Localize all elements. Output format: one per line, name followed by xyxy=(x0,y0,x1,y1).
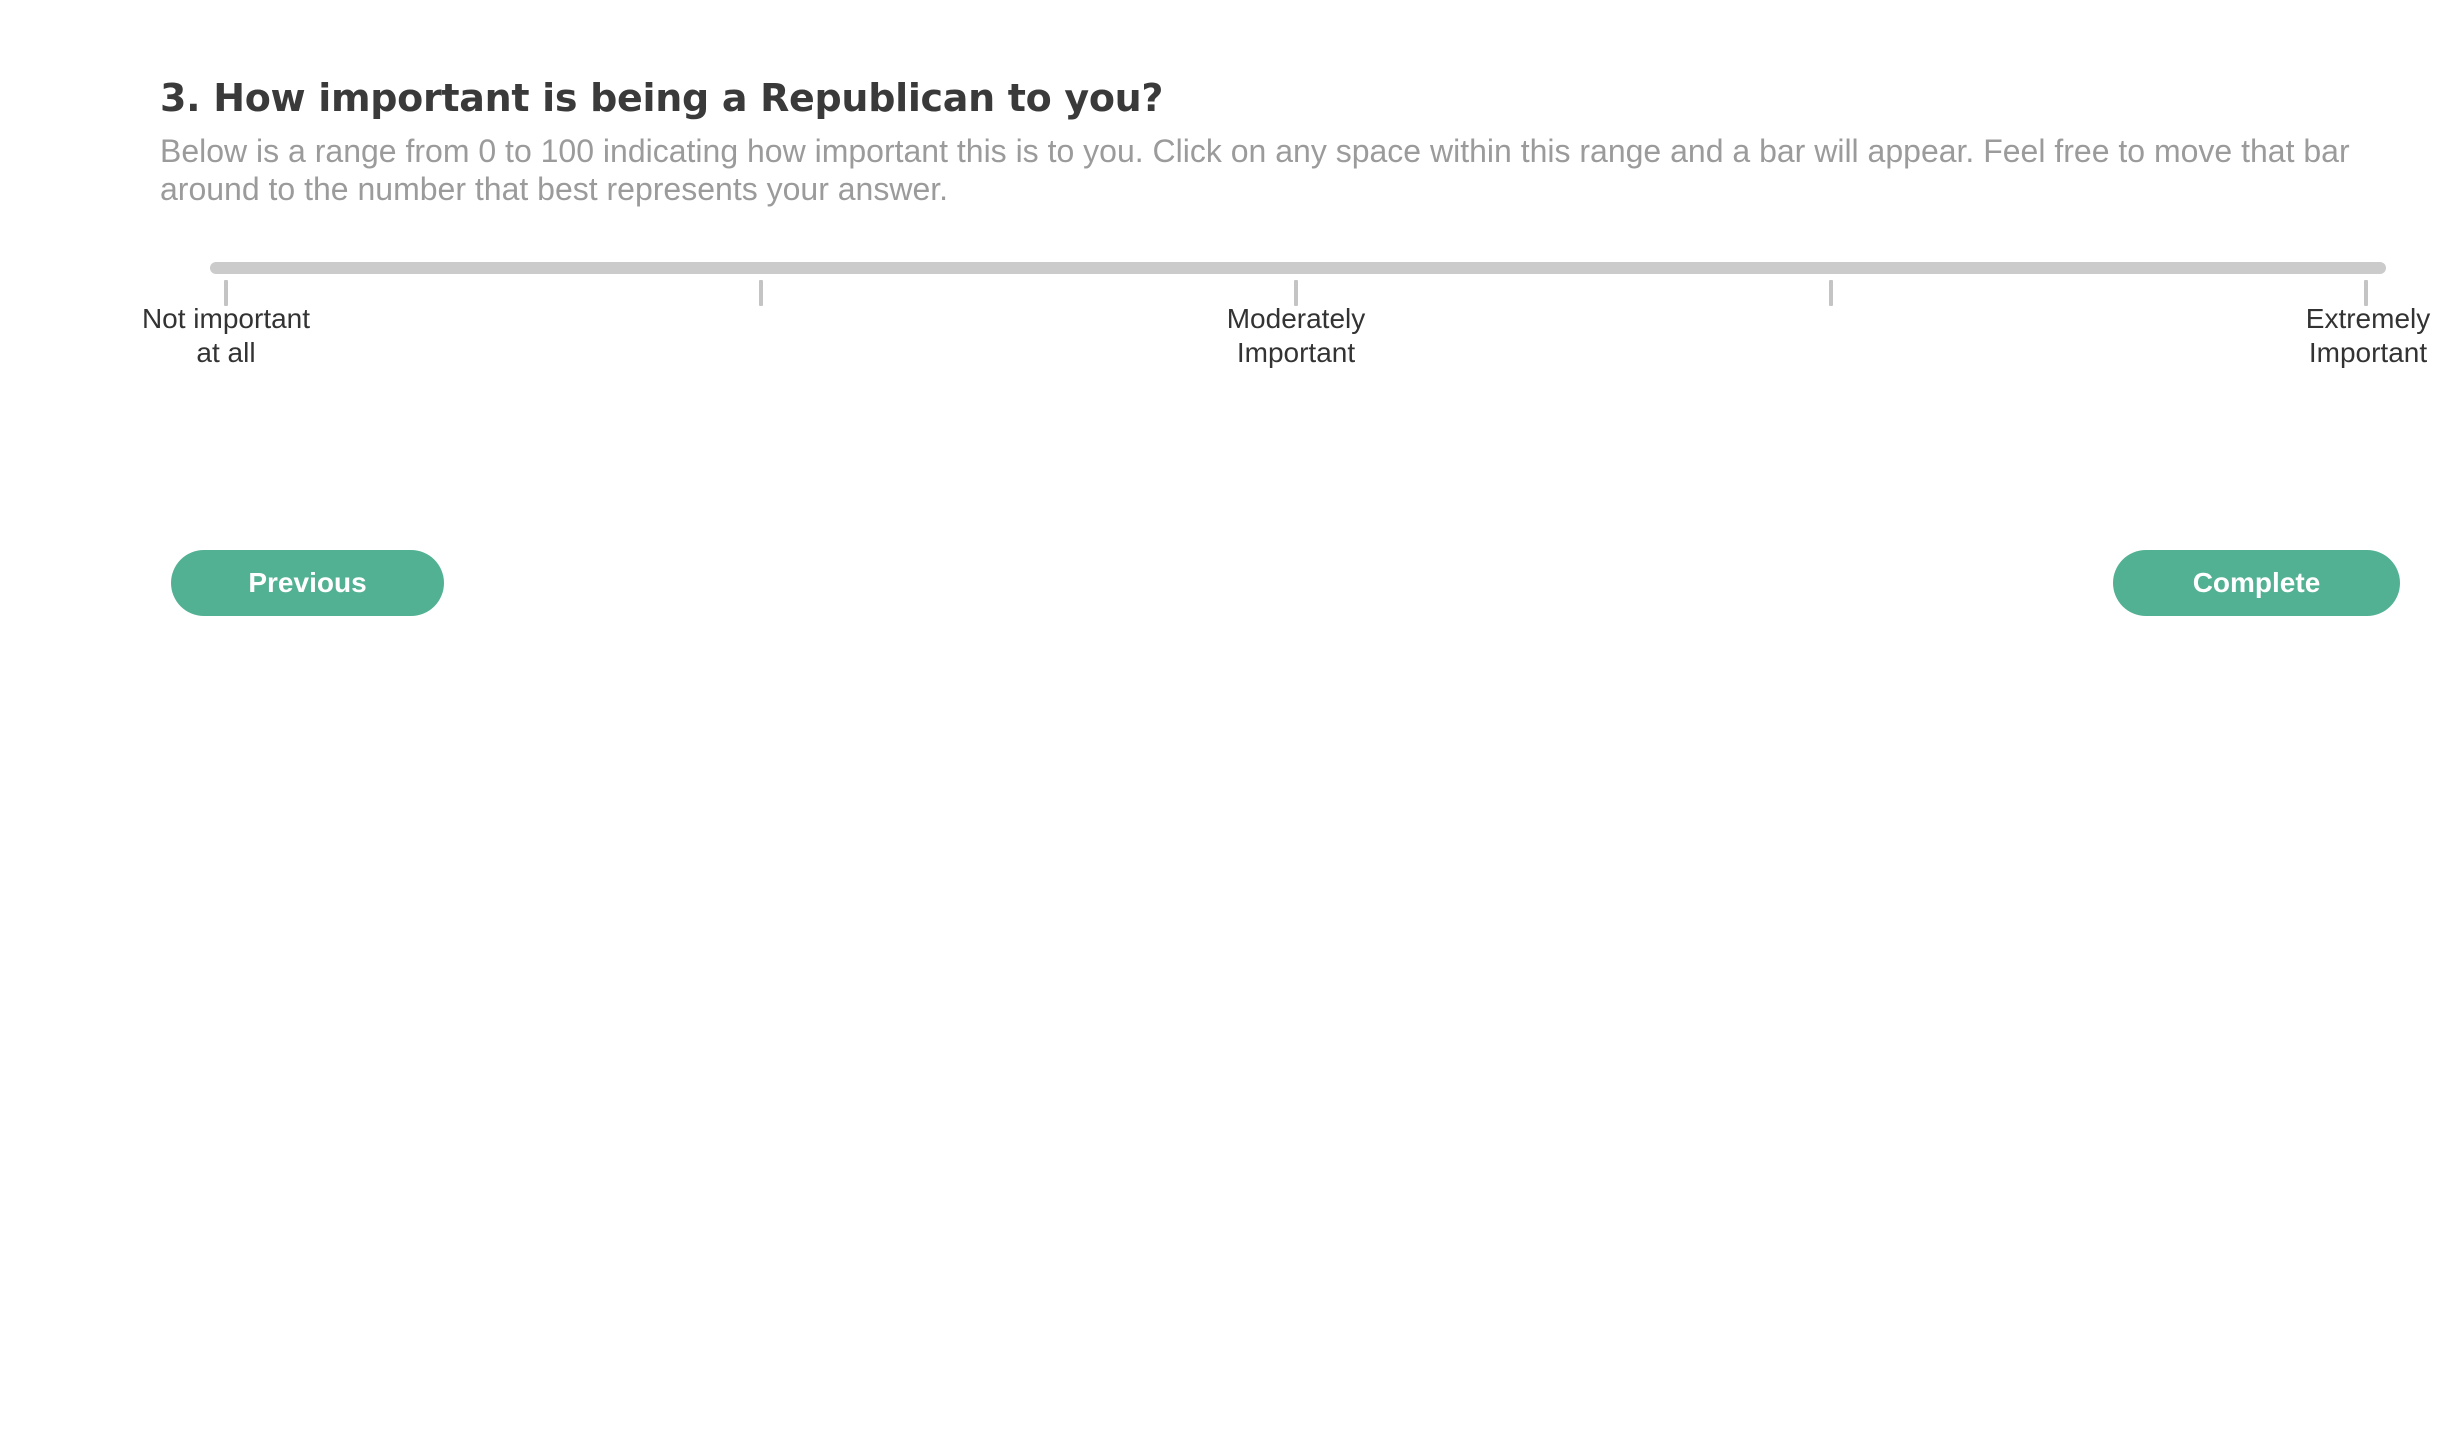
tick-label-extremely-important: Extremely Important xyxy=(2305,303,2431,368)
slider-tick-75 xyxy=(1829,280,1833,306)
tick-label-moderately-important: Moderately Important xyxy=(1226,303,1366,368)
question-title: 3. How important is being a Republican t… xyxy=(160,76,1164,120)
tick-label-not-important: Not important at all xyxy=(141,303,311,368)
previous-button[interactable]: Previous xyxy=(171,550,444,616)
question-block: 3. How important is being a Republican t… xyxy=(160,64,2400,208)
slider-tick-25 xyxy=(759,280,763,306)
importance-slider-track[interactable] xyxy=(210,262,2386,274)
question-description: Below is a range from 0 to 100 indicatin… xyxy=(160,133,2350,207)
complete-button[interactable]: Complete xyxy=(2113,550,2400,616)
